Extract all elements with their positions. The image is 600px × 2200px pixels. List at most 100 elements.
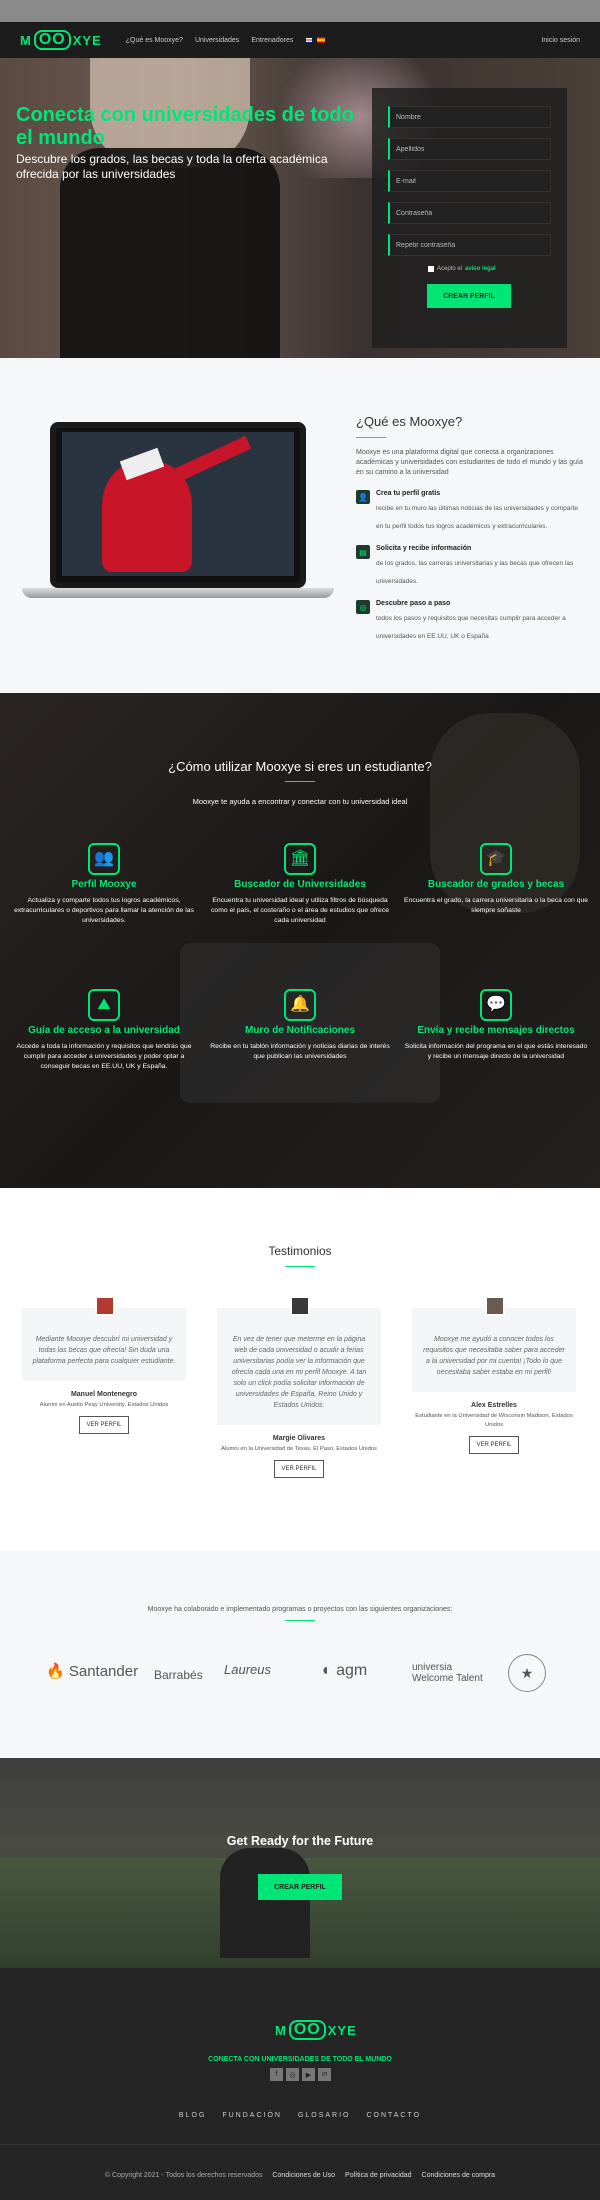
graduate-arm	[172, 435, 252, 483]
footer-link-glosario[interactable]: GLOSARIO	[298, 2112, 351, 2119]
feature-title: Crea tu perfil gratis	[376, 490, 441, 497]
chat-icon: 💬	[480, 989, 512, 1021]
login-link[interactable]: Inicio sesión	[541, 37, 580, 44]
footer-tagline: CONECTA CON UNIVERSIDADES DE TODO EL MUN…	[208, 2056, 392, 2063]
hero-title: Conecta con universidades de todo el mun…	[16, 104, 354, 149]
laptop-image	[22, 422, 334, 602]
background-person	[220, 1848, 310, 1958]
feature-title: Solicita y recibe información	[376, 545, 472, 552]
nav-links: ¿Qué es Mooxye? Universidades Entrenador…	[126, 37, 294, 44]
terms-of-use-link[interactable]: Condiciones de Uso	[272, 2172, 335, 2179]
divider	[285, 1266, 315, 1267]
language-switcher	[305, 37, 326, 43]
laureus-logo: Laureus	[224, 1662, 271, 1677]
nav-link-universidades[interactable]: Universidades	[195, 37, 239, 44]
logo-oo: OO	[33, 30, 71, 50]
university-icon: 🏛	[284, 843, 316, 875]
feature-text: de los grados, las carreras universitari…	[376, 560, 574, 585]
logo-letters-xye: XYE	[327, 2022, 357, 2038]
linkedin-icon[interactable]: in	[318, 2068, 331, 2081]
feature-card: 🔔 Muro de Notificaciones Recibe en tu ta…	[208, 989, 392, 1062]
repeat-password-field[interactable]	[388, 234, 551, 256]
card-title: Perfil Mooxye	[71, 879, 137, 890]
people-icon: 👥	[88, 843, 120, 875]
feature-item: ▤ Solicita y recibe información de los gr…	[356, 545, 584, 588]
testimonial-card: En vez de tener que meterme en la página…	[217, 1296, 381, 1478]
partners-intro: Mooxye ha colaborado e implementado prog…	[147, 1606, 453, 1613]
spain-flag-icon[interactable]	[317, 37, 326, 43]
uk-flag-icon[interactable]	[305, 37, 314, 43]
terms-checkbox[interactable]	[428, 266, 434, 272]
about-section: ¿Qué es Mooxye? Mooxye es una plataforma…	[0, 358, 600, 693]
testimonials-title: Testimonios	[268, 1244, 332, 1258]
footer-divider	[0, 2144, 600, 2145]
card-title: Guía de acceso a la universidad	[28, 1025, 180, 1036]
barrabes-logo: Barrabés	[154, 1668, 203, 1682]
purchase-terms-link[interactable]: Condiciones de compra	[422, 2172, 496, 2179]
footer-link-fundacion[interactable]: FUNDACIÓN	[222, 2112, 282, 2119]
welcome-talent-text: Welcome Talent	[412, 1673, 483, 1684]
privacy-policy-link[interactable]: Política de privacidad	[345, 2172, 412, 2179]
navbar: M OO XYE ¿Qué es Mooxye? Universidades Ent…	[0, 22, 600, 58]
universia-text: universia	[412, 1662, 453, 1673]
terms-link[interactable]: aviso legal	[465, 266, 496, 272]
card-text: Solicita información del programa en el …	[404, 1043, 588, 1060]
testimonial-quote: Mooxye me ayudó a conocer todos los requ…	[423, 1336, 565, 1376]
partners-section: Mooxye ha colaborado e implementado prog…	[0, 1550, 600, 1758]
signup-form: Acepto el aviso legal CREAR PERFIL	[372, 88, 567, 348]
nav-link-entrenadores[interactable]: Entrenadores	[251, 37, 293, 44]
testimonial-quote-box: En vez de tener que meterme en la página…	[217, 1296, 381, 1425]
testimonial-name: Alex Estrelles	[471, 1402, 517, 1409]
view-profile-button[interactable]: VER PERFIL	[79, 1416, 129, 1434]
testimonial-quote-box: Mooxye me ayudó a conocer todos los requ…	[412, 1296, 576, 1392]
card-text: Encuentra el grado, la carrera universit…	[404, 897, 589, 914]
agm-logo: ◐ agm	[322, 1662, 367, 1680]
testimonial-quote-box: Mediante Mooxye descubrí mi universidad …	[22, 1296, 186, 1381]
santander-text: Santander	[68, 1663, 139, 1680]
howto-subtitle: Mooxye te ayuda a encontrar y conectar c…	[192, 797, 408, 806]
feature-card: ⛰ Guía de acceso a la universidad Accede…	[12, 989, 196, 1072]
cta-title: Get Ready for the Future	[226, 1834, 374, 1848]
create-profile-button[interactable]: CREAR PERFIL	[427, 284, 511, 308]
surname-field[interactable]	[388, 138, 551, 160]
view-profile-button[interactable]: VER PERFIL	[274, 1460, 324, 1478]
testimonial-quote: Mediante Mooxye descubrí mi universidad …	[32, 1336, 176, 1365]
logo-oo: OO	[288, 2020, 326, 2040]
view-profile-button[interactable]: VER PERFIL	[469, 1436, 519, 1454]
avatar	[290, 1296, 310, 1316]
santander-logo: 🔥 Santander	[46, 1662, 138, 1680]
footer-logo[interactable]: M OO XYE	[275, 2020, 357, 2040]
testimonial-name: Margie Olivares	[272, 1435, 326, 1442]
password-field[interactable]	[388, 202, 551, 224]
name-field[interactable]	[388, 106, 551, 128]
laptop-screen	[50, 422, 306, 588]
email-field[interactable]	[388, 170, 551, 192]
youtube-icon[interactable]: ▶	[302, 2068, 315, 2081]
footer-link-contacto[interactable]: CONTACTO	[366, 2112, 421, 2119]
footer-bottom: © Copyright 2021 - Todos los derechos re…	[0, 2172, 600, 2179]
cta-create-profile-button[interactable]: CREAR PERFIL	[258, 1874, 342, 1900]
notification-icon: 🔔	[284, 989, 316, 1021]
feature-card: 🏛 Buscador de Universidades Encuentra tu…	[208, 843, 392, 926]
target-icon: ◎	[356, 600, 370, 614]
testimonial-affiliation: Estudiante en la Universidad de Wisconsi…	[415, 1413, 573, 1428]
terms-label: Acepto el	[437, 266, 463, 272]
hero-subtitle: Descubre los grados, las becas y toda la…	[16, 152, 328, 181]
card-title: Buscador de grados y becas	[427, 879, 565, 890]
facebook-icon[interactable]: f	[270, 2068, 283, 2081]
cta-section: Get Ready for the Future CREAR PERFIL	[0, 1758, 600, 1968]
mountain-icon: ⛰	[88, 989, 120, 1021]
avatar	[95, 1296, 115, 1316]
graduate-photo	[62, 432, 294, 576]
logo-letters-xye: XYE	[72, 32, 102, 48]
testimonials-section: Testimonios Mediante Mooxye descubrí mi …	[0, 1188, 600, 1550]
card-text: Accede a toda la información y requisito…	[16, 1043, 192, 1070]
nav-link-que-es[interactable]: ¿Qué es Mooxye?	[126, 37, 183, 44]
testimonial-quote: En vez de tener que meterme en la página…	[231, 1336, 367, 1409]
brand-logo[interactable]: M OO XYE	[20, 30, 102, 50]
feature-text: recibe en tu muro las últimas noticias d…	[376, 505, 578, 530]
footer-link-blog[interactable]: BLOG	[179, 2112, 206, 2119]
instagram-icon[interactable]: ◎	[286, 2068, 299, 2081]
about-title: ¿Qué es Mooxye?	[356, 414, 463, 429]
feature-item: 👤 Crea tu perfil gratis recibe en tu muro…	[356, 490, 584, 533]
